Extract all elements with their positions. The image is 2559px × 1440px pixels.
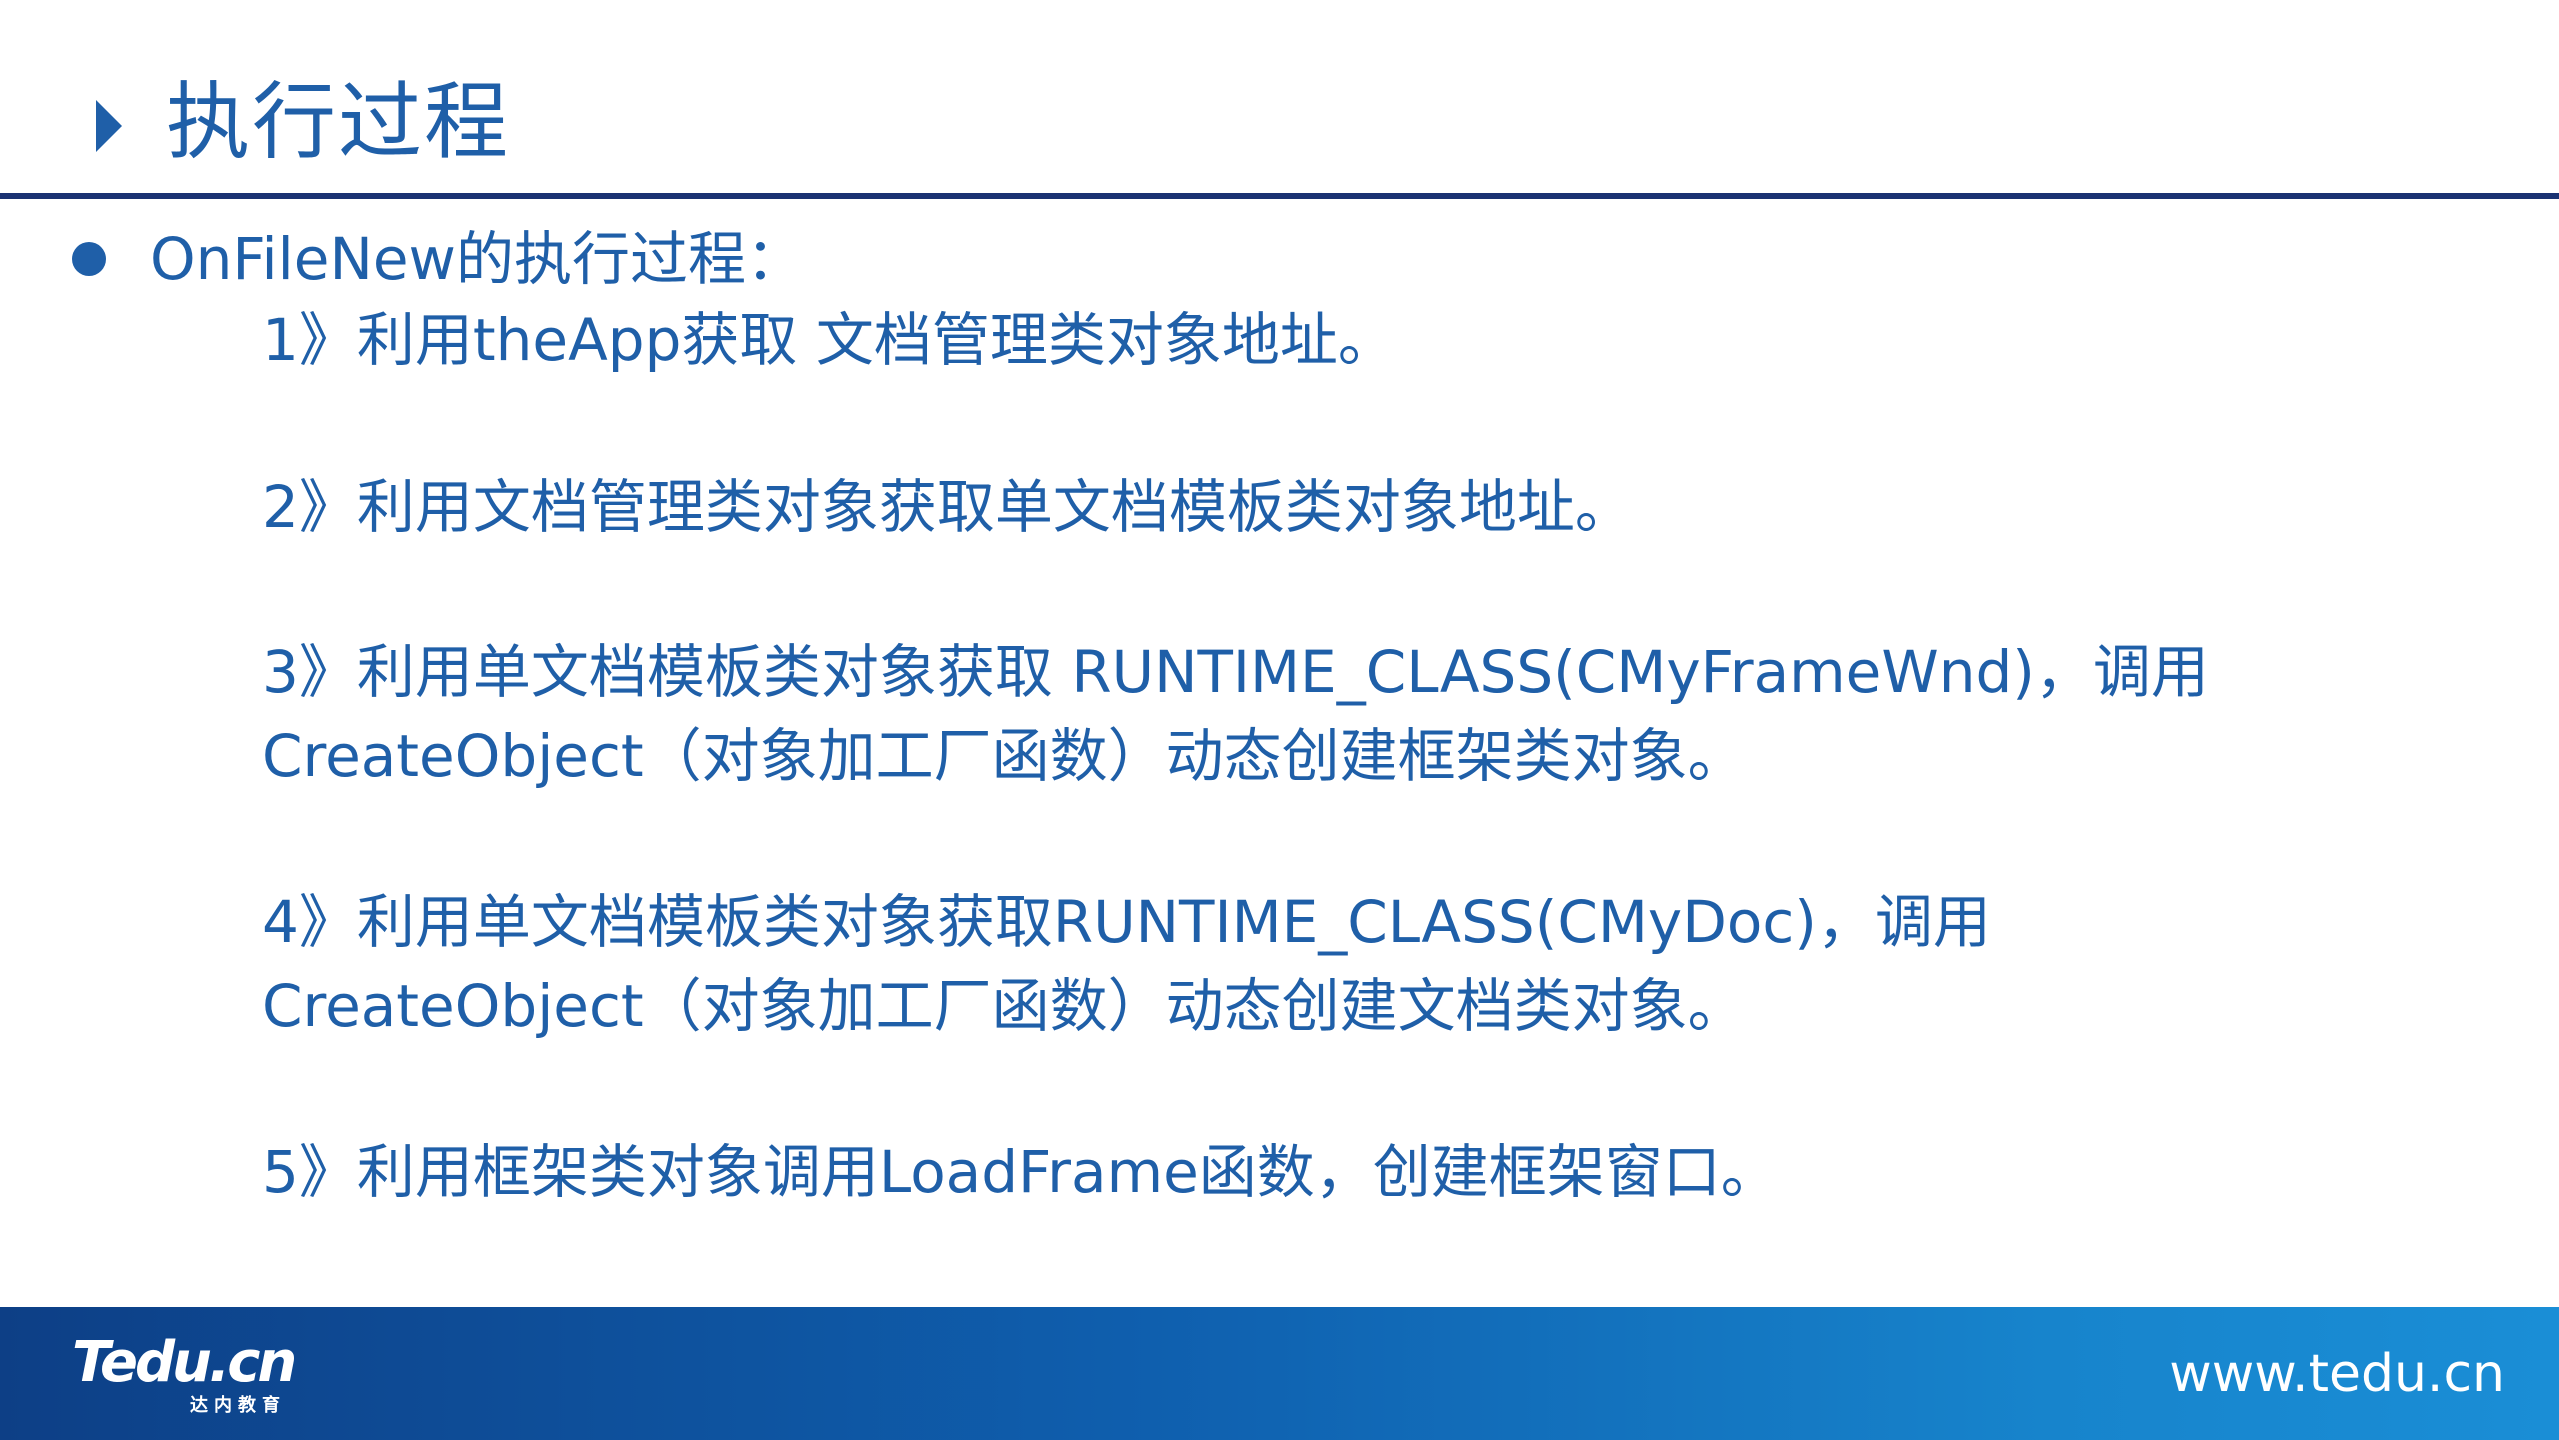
site-url: www.tedu.cn bbox=[2169, 1344, 2505, 1404]
step-5: 5》利用框架类对象调用LoadFrame函数，创建框架窗口。 bbox=[262, 1130, 1779, 1214]
step-line: 5》利用框架类对象调用LoadFrame函数，创建框架窗口。 bbox=[262, 1138, 1779, 1206]
slide: 执行过程 OnFileNew的执行过程： 1》利用theApp获取 文档管理类对… bbox=[0, 0, 2559, 1440]
step-2: 2》利用文档管理类对象获取单文档模板类对象地址。 bbox=[262, 465, 1633, 549]
step-line: CreateObject（对象加工厂函数）动态创建框架类对象。 bbox=[262, 722, 1746, 790]
step-3: 3》利用单文档模板类对象获取 RUNTIME_CLASS(CMyFrameWnd… bbox=[262, 630, 2209, 798]
logo-text: Tedu.cn bbox=[72, 1330, 297, 1395]
step-4: 4》利用单文档模板类对象获取RUNTIME_CLASS(CMyDoc)，调用 C… bbox=[262, 880, 1991, 1048]
logo-subtitle: 达内教育 bbox=[190, 1395, 286, 1416]
step-line: CreateObject（对象加工厂函数）动态创建文档类对象。 bbox=[262, 972, 1746, 1040]
title-divider bbox=[0, 193, 2559, 199]
step-line: 3》利用单文档模板类对象获取 RUNTIME_CLASS(CMyFrameWnd… bbox=[262, 638, 2209, 706]
bullet-dot-icon bbox=[72, 242, 106, 276]
slide-title: 执行过程 bbox=[166, 73, 511, 171]
step-1: 1》利用theApp获取 文档管理类对象地址。 bbox=[262, 298, 1396, 382]
bullet-heading: OnFileNew的执行过程： bbox=[150, 225, 804, 293]
step-line: 4》利用单文档模板类对象获取RUNTIME_CLASS(CMyDoc)，调用 bbox=[262, 888, 1991, 956]
title-arrow-icon bbox=[96, 100, 122, 152]
tedu-logo: Tedu.cn 达内教育 bbox=[72, 1331, 332, 1417]
step-line: 2》利用文档管理类对象获取单文档模板类对象地址。 bbox=[262, 473, 1633, 541]
step-line: 1》利用theApp获取 文档管理类对象地址。 bbox=[262, 306, 1396, 374]
footer-bar: Tedu.cn 达内教育 www.tedu.cn bbox=[0, 1307, 2559, 1440]
